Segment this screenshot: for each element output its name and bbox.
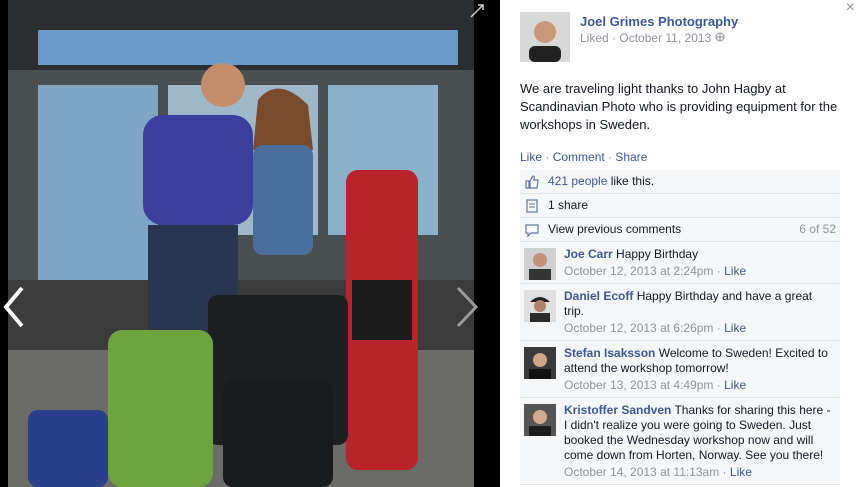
view-previous-row: View previous comments 6 of 52 — [520, 218, 840, 242]
comment-body: Stefan Isaksson Welcome to Sweden! Excit… — [564, 341, 840, 397]
comment-meta: October 12, 2013 at 2:24pm · Like — [564, 264, 747, 278]
post-meta: Liked · October 11, 2013 — [580, 31, 725, 45]
comment-date[interactable]: October 12, 2013 at 2:24pm — [564, 264, 713, 278]
shares-link[interactable]: 1 share — [548, 198, 588, 212]
like-link[interactable]: Like — [520, 150, 542, 164]
thumbs-up-icon — [524, 174, 540, 190]
comment-like-link[interactable]: Like — [724, 321, 746, 335]
comment-item: Kristoffer Sandven Thanks for sharing th… — [520, 398, 840, 485]
likes-suffix: like this. — [607, 174, 655, 188]
post-photo[interactable] — [8, 0, 474, 487]
post-actions: Like · Comment · Share — [520, 150, 647, 164]
comment-body: Daniel Ecoff Happy Birthday and have a g… — [564, 284, 840, 340]
action-separator: · — [608, 150, 613, 164]
comment-meta: October 12, 2013 at 6:26pm · Like — [564, 321, 747, 335]
page-avatar[interactable] — [520, 12, 570, 62]
commenter-name[interactable]: Kristoffer Sandven — [564, 403, 671, 417]
commenter-name[interactable]: Joe Carr — [564, 247, 613, 261]
comment-meta: October 14, 2013 at 11:13am · Like — [564, 465, 752, 479]
comment-bubble-icon — [524, 222, 540, 238]
close-icon[interactable]: × — [846, 0, 855, 16]
comment-meta: October 13, 2013 at 4:49pm · Like — [564, 378, 747, 392]
action-separator: · — [545, 150, 550, 164]
comment-link[interactable]: Comment — [553, 150, 605, 164]
comment-date[interactable]: October 14, 2013 at 11:13am — [564, 465, 719, 479]
comment-text: Happy Birthday — [612, 247, 699, 261]
comment-item: Stefan Isaksson Welcome to Sweden! Excit… — [520, 341, 840, 398]
comment-like-link[interactable]: Like — [724, 378, 746, 392]
comment-like-link[interactable]: Like — [730, 465, 752, 479]
likes-text: 421 people like this. — [548, 174, 654, 188]
like-status[interactable]: Liked — [580, 31, 609, 45]
avatar[interactable] — [524, 404, 556, 436]
photo-illustration — [8, 0, 474, 487]
comment-item: Daniel Ecoff Happy Birthday and have a g… — [520, 284, 840, 341]
commenter-name[interactable]: Daniel Ecoff — [564, 289, 633, 303]
next-photo-arrow-icon[interactable] — [452, 282, 482, 332]
post-text: We are traveling light thanks to John Ha… — [520, 81, 838, 132]
shares-row: 1 share — [520, 194, 840, 218]
avatar[interactable] — [524, 347, 556, 379]
commenter-name[interactable]: Stefan Isaksson — [564, 346, 655, 360]
avatar[interactable] — [524, 248, 556, 280]
avatar[interactable] — [524, 290, 556, 322]
view-previous-comments-link[interactable]: View previous comments — [548, 222, 681, 236]
likes-row: 421 people like this. — [520, 170, 840, 194]
comment-item: Joe Carr Happy Birthday October 12, 2013… — [520, 242, 840, 284]
comment-like-link[interactable]: Like — [724, 264, 746, 278]
comment-date[interactable]: October 12, 2013 at 6:26pm — [564, 321, 713, 335]
expand-icon[interactable] — [470, 4, 484, 18]
comment-count: 6 of 52 — [799, 222, 836, 236]
photo-viewer — [0, 0, 500, 487]
globe-icon — [715, 31, 725, 45]
previous-photo-arrow-icon[interactable] — [0, 282, 30, 332]
likes-count-link[interactable]: 421 people — [548, 174, 607, 188]
page-name-link[interactable]: Joel Grimes Photography — [580, 14, 738, 29]
share-link[interactable]: Share — [615, 150, 647, 164]
post-date[interactable]: October 11, 2013 — [619, 31, 711, 45]
comment-body: Joe Carr Happy Birthday October 12, 2013… — [564, 242, 840, 283]
post-sidebar: × Joel Grimes Photography Liked · Octobe… — [500, 0, 865, 487]
comment-body: Kristoffer Sandven Thanks for sharing th… — [564, 398, 840, 484]
share-icon — [524, 198, 540, 214]
comment-date[interactable]: October 13, 2013 at 4:49pm — [564, 378, 713, 392]
feedback-panel: 421 people like this. 1 share View previ… — [520, 170, 840, 485]
